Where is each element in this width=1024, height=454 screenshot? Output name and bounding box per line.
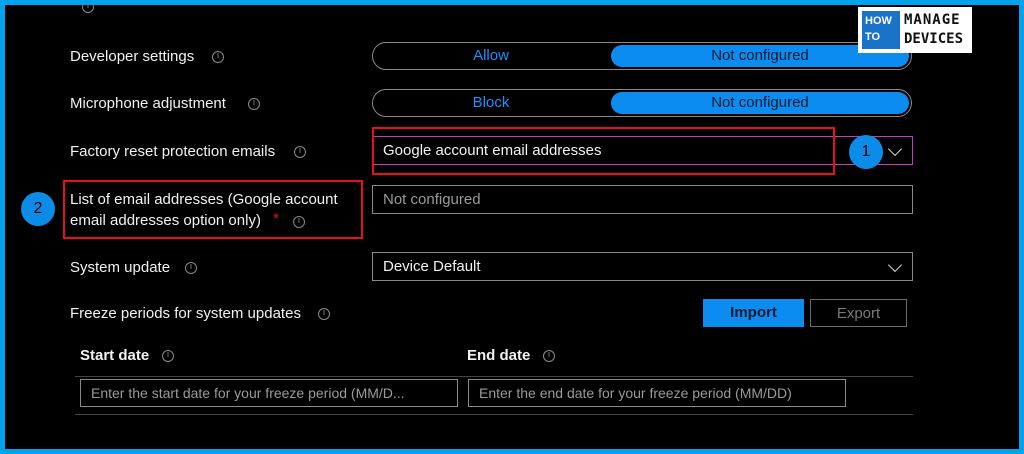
howtomanagedevices-logo: HOW TO MANAGE DEVICES [858,7,972,53]
info-icon[interactable]: i [185,262,197,274]
logo-to-text: TO [865,31,881,43]
info-icon[interactable]: i [212,51,224,63]
developer-settings-label: Developer settings [70,48,195,65]
info-icon[interactable]: i [294,146,306,158]
email-list-placeholder: Not configured [383,191,481,208]
end-date-placeholder: Enter the end date for your freeze perio… [479,385,792,401]
microphone-adjustment-toggle[interactable]: Block Not configured [372,89,912,117]
freeze-periods-label: Freeze periods for system updates [70,305,301,322]
system-update-dropdown[interactable]: Device Default [372,252,913,281]
settings-panel: i Developer settings i Allow Not configu… [5,5,1019,449]
required-asterisk: * [273,210,279,227]
developer-settings-toggle[interactable]: Allow Not configured [372,42,912,70]
email-list-input[interactable]: Not configured [372,185,913,214]
system-update-selected-value: Device Default [383,258,481,275]
table-divider [75,376,913,377]
annotation-badge-1: 1 [849,135,883,169]
email-list-label-line1: List of email addresses (Google account [70,191,338,208]
annotation-box-2 [63,180,363,239]
microphone-adjustment-label: Microphone adjustment [70,95,226,112]
info-icon[interactable]: i [162,350,174,362]
start-date-placeholder: Enter the start date for your freeze per… [91,385,405,401]
annotation-box-1 [372,127,835,175]
start-date-header: Start date [80,347,150,364]
info-icon[interactable]: i [318,308,330,320]
info-icon[interactable]: i [543,350,555,362]
toggle-option-allow[interactable]: Allow [373,43,609,69]
info-icon[interactable]: i [293,216,305,228]
table-divider [75,414,913,415]
end-date-header: End date [467,347,531,364]
export-button[interactable]: Export [810,299,907,327]
info-icon[interactable]: i [82,5,94,13]
toggle-option-block[interactable]: Block [373,90,609,116]
toggle-option-not-configured[interactable]: Not configured [611,92,909,114]
logo-manage-text: MANAGE [904,12,961,28]
import-button[interactable]: Import [703,299,804,327]
annotation-badge-2: 2 [21,192,55,226]
info-icon[interactable]: i [248,98,260,110]
logo-how-text: HOW [865,15,892,27]
email-list-label-line2: email addresses option only) [70,212,261,229]
system-update-label: System update [70,259,171,276]
frp-emails-label: Factory reset protection emails [70,143,276,160]
logo-devices-text: DEVICES [904,31,964,47]
end-date-input[interactable]: Enter the end date for your freeze perio… [468,379,846,407]
start-date-input[interactable]: Enter the start date for your freeze per… [80,379,458,407]
